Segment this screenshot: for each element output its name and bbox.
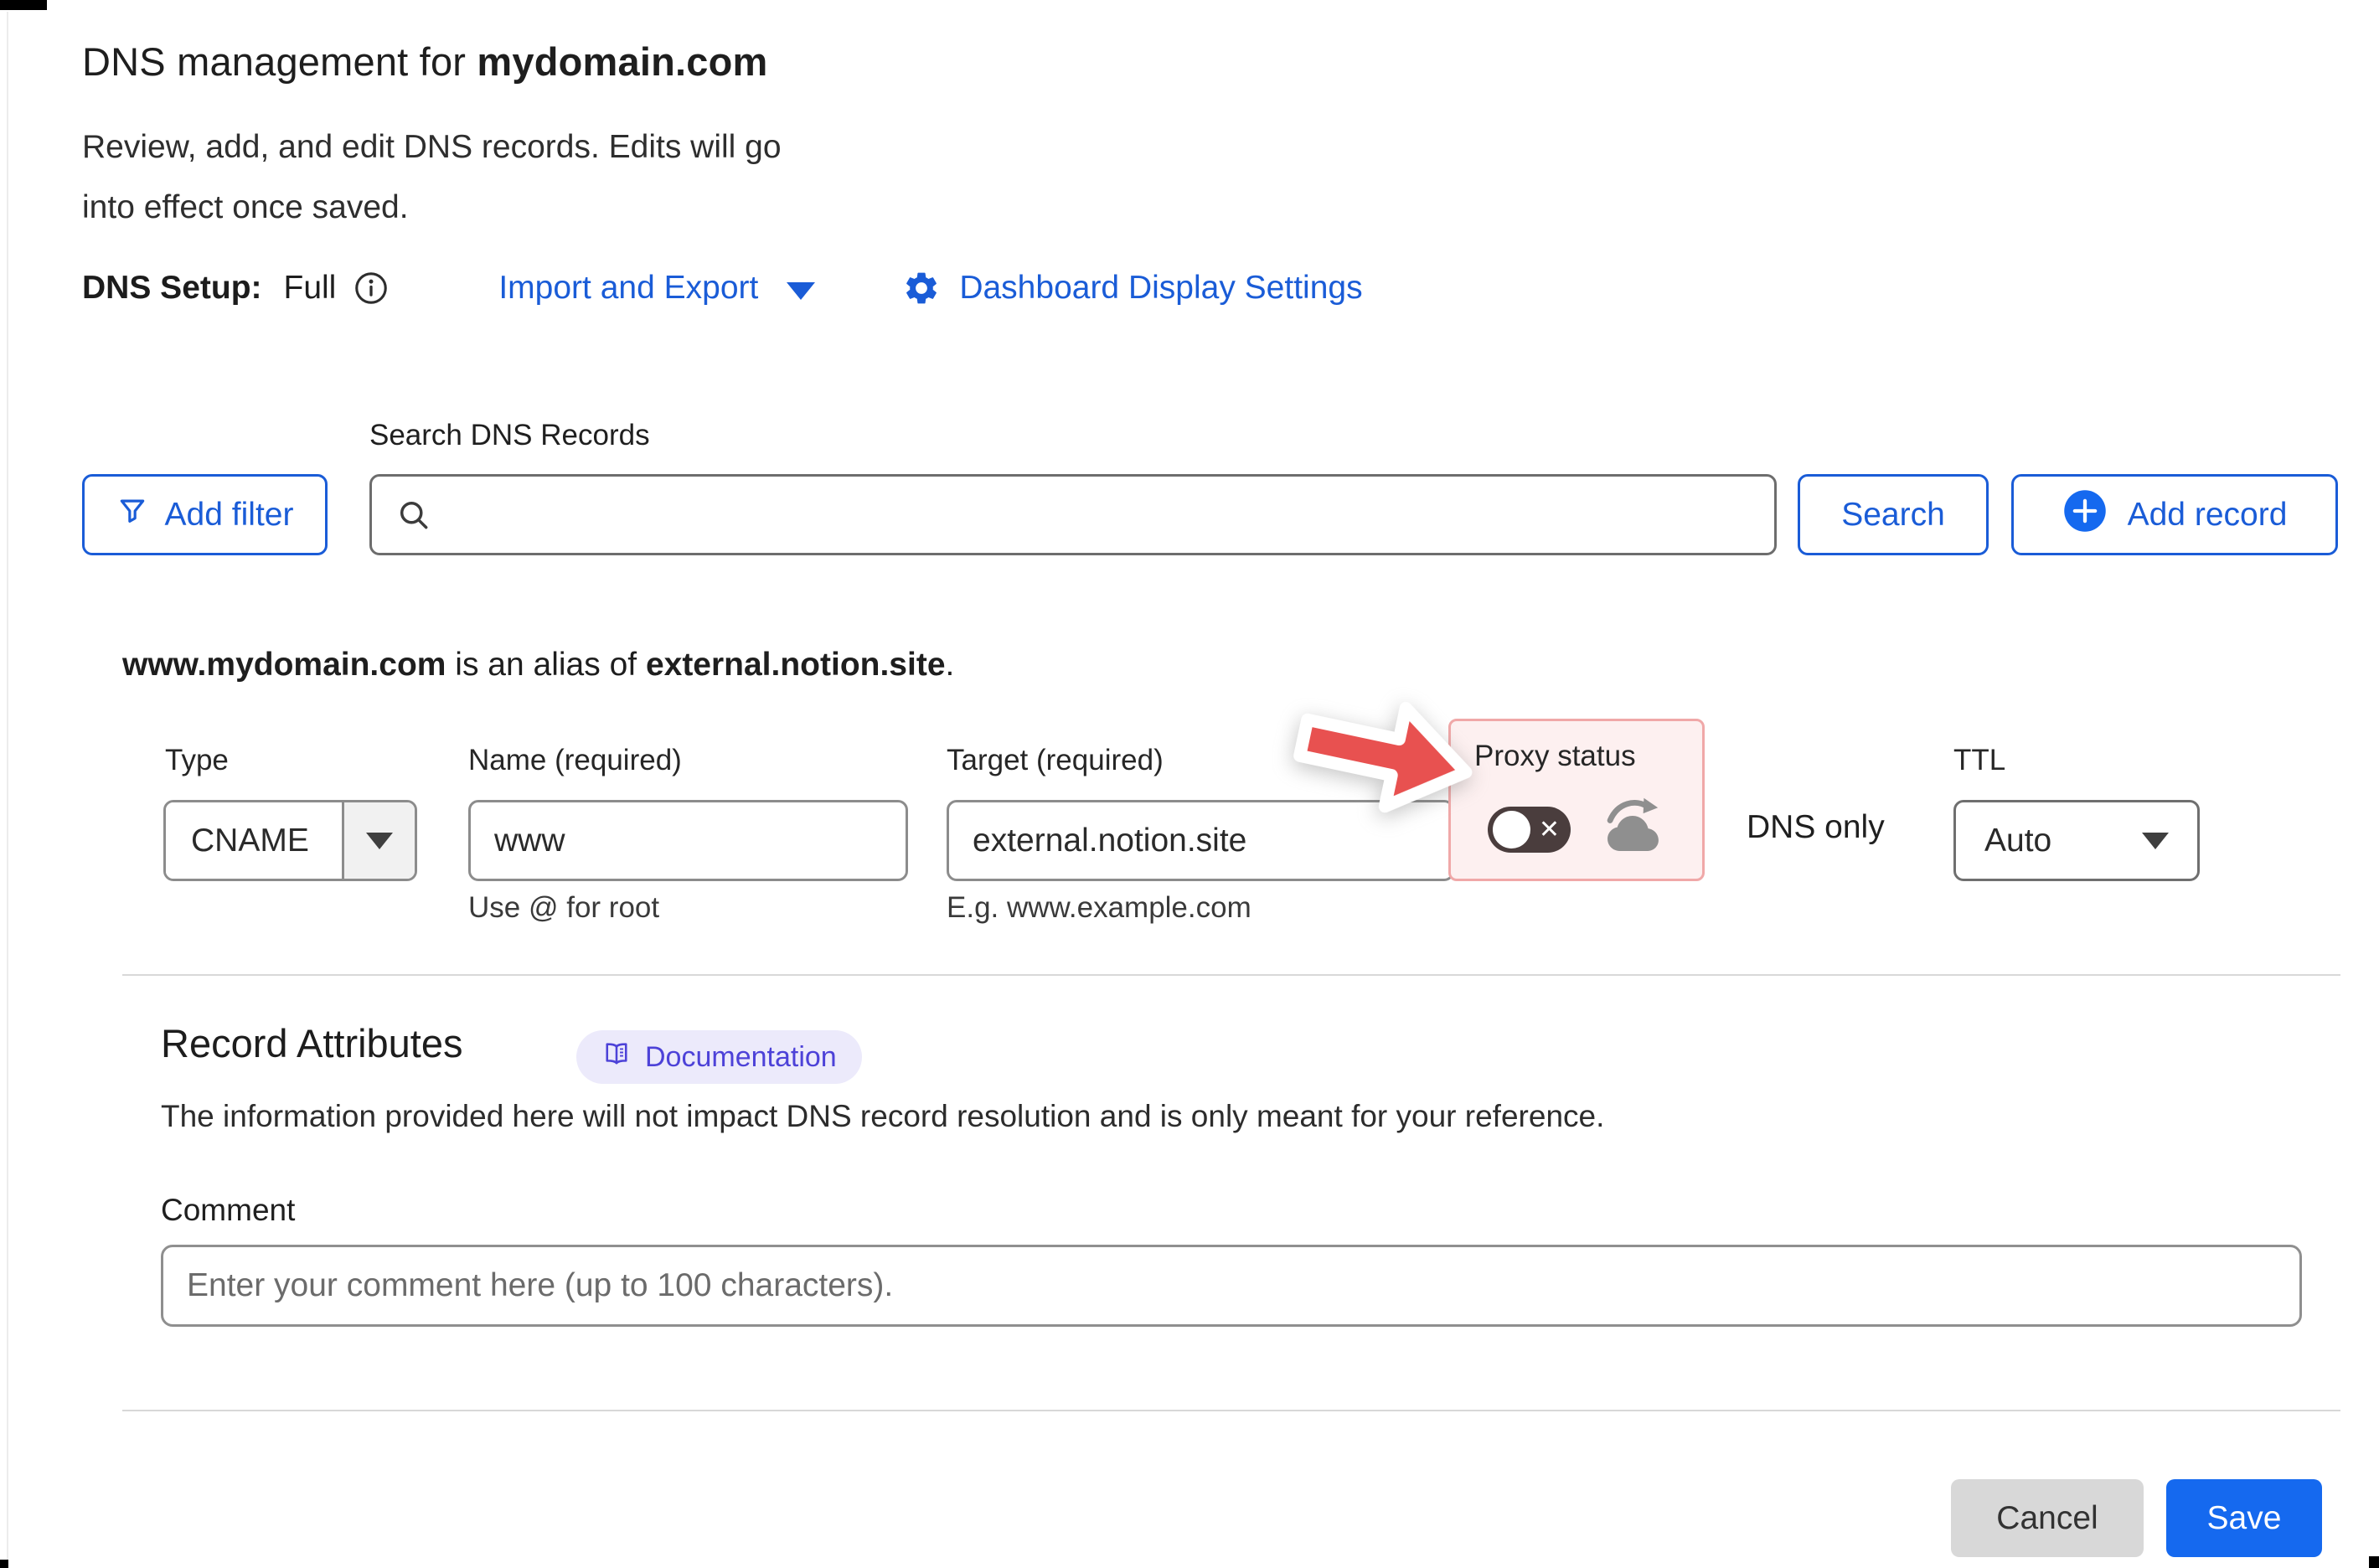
proxy-toggle-off[interactable]: ✕ xyxy=(1488,807,1571,853)
search-icon xyxy=(395,497,432,534)
dns-management-page: { "header": { "title_prefix": "DNS manag… xyxy=(0,0,2379,1568)
ttl-select-value: Auto xyxy=(1984,823,2051,859)
record-attributes-heading: Record Attributes xyxy=(161,1020,463,1066)
funnel-icon xyxy=(116,495,148,535)
alias-target: external.notion.site xyxy=(646,647,946,683)
import-export-label: Import and Export xyxy=(498,270,758,307)
name-hint: Use @ for root xyxy=(468,891,659,925)
type-select[interactable]: CNAME xyxy=(163,800,417,881)
page-title: DNS management for mydomain.com xyxy=(82,39,768,85)
alias-middle: is an alias of xyxy=(446,647,645,683)
search-records-label: Search DNS Records xyxy=(369,419,650,452)
target-hint: E.g. www.example.com xyxy=(947,891,1251,925)
chevron-down-icon xyxy=(344,802,415,879)
page-title-domain: mydomain.com xyxy=(477,39,767,84)
gear-icon xyxy=(902,269,941,307)
ttl-label: TTL xyxy=(1953,744,2005,777)
screenshot-artifact xyxy=(2369,1556,2379,1568)
page-subtitle-line2: into effect once saved. xyxy=(82,188,409,229)
screenshot-artifact xyxy=(0,0,47,10)
add-filter-button[interactable]: Add filter xyxy=(82,474,328,555)
record-attributes-description: The information provided here will not i… xyxy=(161,1099,1604,1134)
alias-host: www.mydomain.com xyxy=(122,647,446,683)
name-input[interactable] xyxy=(468,800,908,881)
page-subtitle-line1: Review, add, and edit DNS records. Edits… xyxy=(82,127,782,168)
name-label: Name (required) xyxy=(468,744,682,777)
search-button[interactable]: Search xyxy=(1798,474,1989,555)
toggle-x-glyph: ✕ xyxy=(1539,814,1560,843)
chevron-down-icon xyxy=(2142,833,2169,849)
book-icon xyxy=(601,1039,632,1076)
toggle-knob xyxy=(1493,811,1530,848)
chevron-down-icon xyxy=(787,282,815,300)
add-record-button[interactable]: Add record xyxy=(2011,474,2338,555)
proxy-status-label: Proxy status xyxy=(1474,740,1636,773)
documentation-badge[interactable]: Documentation xyxy=(576,1030,862,1084)
comment-label: Comment xyxy=(161,1193,295,1228)
documentation-label: Documentation xyxy=(645,1041,837,1074)
type-label: Type xyxy=(165,744,229,777)
dashboard-display-settings-link[interactable]: Dashboard Display Settings xyxy=(959,270,1362,307)
add-record-label: Add record xyxy=(2128,497,2288,534)
cloud-arrow-icon xyxy=(1600,795,1669,854)
type-select-value: CNAME xyxy=(166,802,344,879)
save-button[interactable]: Save xyxy=(2166,1479,2322,1557)
search-input-wrap xyxy=(369,474,1777,555)
dns-setup-row: DNS Setup: Full Import and Export Dashbo… xyxy=(82,266,1363,310)
footer-divider xyxy=(122,1410,2340,1411)
section-divider xyxy=(122,974,2340,976)
alias-period: . xyxy=(946,647,955,683)
info-circle-icon[interactable] xyxy=(353,270,390,307)
search-input[interactable] xyxy=(432,484,1774,545)
alias-sentence: www.mydomain.com is an alias of external… xyxy=(122,647,954,683)
screenshot-artifact xyxy=(0,1560,8,1568)
plus-circle-icon xyxy=(2062,488,2108,542)
comment-input[interactable] xyxy=(161,1245,2302,1327)
target-label: Target (required) xyxy=(947,744,1164,777)
dns-setup-value: Full xyxy=(284,270,337,307)
cancel-button[interactable]: Cancel xyxy=(1951,1479,2144,1557)
proxy-state-text: DNS only xyxy=(1747,809,1885,846)
add-filter-label: Add filter xyxy=(165,497,294,534)
dns-setup-label: DNS Setup: xyxy=(82,270,262,307)
window-edge-line xyxy=(7,12,8,1568)
import-export-link[interactable]: Import and Export xyxy=(498,270,815,307)
page-title-prefix: DNS management for xyxy=(82,39,477,84)
ttl-select[interactable]: Auto xyxy=(1953,800,2200,881)
